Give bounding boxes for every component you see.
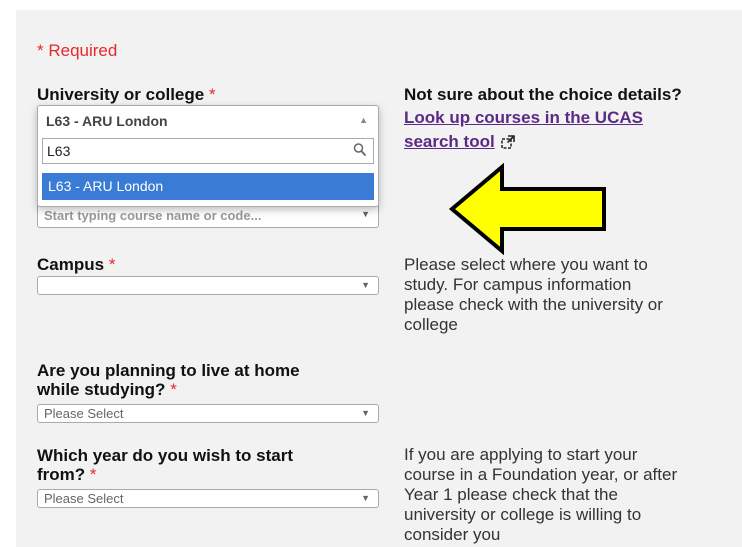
live-at-home-label: Are you planning to live at home while s… bbox=[37, 361, 300, 399]
campus-select[interactable]: ▼ bbox=[37, 276, 379, 295]
required-asterisk: * bbox=[170, 380, 177, 399]
live-at-home-value: Please Select bbox=[44, 406, 124, 421]
university-label: University or college * bbox=[37, 85, 216, 104]
chevron-down-icon: ▼ bbox=[361, 209, 370, 219]
campus-help-line: study. For campus information bbox=[404, 275, 632, 294]
external-link-icon[interactable] bbox=[500, 135, 515, 149]
start-year-help-line: consider you bbox=[404, 525, 501, 544]
start-year-help-line: Year 1 please check that the bbox=[404, 485, 618, 504]
campus-help-line: Please select where you want to bbox=[404, 255, 648, 274]
start-year-help: If you are applying to start your course… bbox=[404, 445, 677, 545]
start-year-help-line: course in a Foundation year, or after bbox=[404, 465, 678, 484]
university-dropdown[interactable]: L63 - ARU London ▲ L63 - ARU London bbox=[37, 105, 379, 207]
campus-help-line: college bbox=[404, 315, 458, 334]
search-icon bbox=[353, 143, 367, 157]
required-asterisk: * bbox=[108, 255, 116, 274]
ucas-search-link-line2[interactable]: search tool bbox=[404, 130, 495, 154]
campus-help-line: please check with the university or bbox=[404, 295, 663, 314]
start-year-label: Which year do you wish to start from? * bbox=[37, 446, 293, 484]
course-placeholder: Start typing course name or code... bbox=[44, 208, 262, 223]
start-year-label-line2: from? bbox=[37, 465, 86, 484]
start-year-help-line: If you are applying to start your bbox=[404, 445, 638, 464]
required-asterisk: * bbox=[208, 85, 216, 104]
chevron-down-icon: ▼ bbox=[361, 408, 370, 418]
chevron-down-icon: ▼ bbox=[361, 493, 370, 503]
university-label-text: University or college bbox=[37, 85, 205, 104]
campus-help: Please select where you want to study. F… bbox=[404, 255, 663, 335]
required-asterisk: * bbox=[89, 465, 97, 484]
university-selected: L63 - ARU London bbox=[46, 113, 168, 129]
chevron-up-icon: ▲ bbox=[359, 115, 368, 125]
start-year-select[interactable]: Please Select ▼ bbox=[37, 489, 379, 508]
choice-help-title: Not sure about the choice details? bbox=[404, 85, 682, 104]
university-search-input[interactable] bbox=[47, 142, 337, 160]
annotation-arrow bbox=[448, 163, 606, 255]
ucas-search-link-line1[interactable]: Look up courses in the UCAS bbox=[404, 106, 643, 130]
live-at-home-label-line1: Are you planning to live at home bbox=[37, 361, 300, 380]
live-at-home-label-line2: while studying? bbox=[37, 380, 166, 399]
university-result-option[interactable]: L63 - ARU London bbox=[42, 173, 374, 200]
campus-label-text: Campus bbox=[37, 255, 105, 274]
start-year-help-line: university or college is willing to bbox=[404, 505, 642, 524]
university-search-field[interactable] bbox=[42, 138, 374, 164]
start-year-label-line1: Which year do you wish to start bbox=[37, 446, 293, 465]
ucas-search-link-block: Look up courses in the UCAS search tool bbox=[404, 106, 643, 154]
live-at-home-select[interactable]: Please Select ▼ bbox=[37, 404, 379, 423]
campus-label: Campus * bbox=[37, 255, 115, 274]
chevron-down-icon: ▼ bbox=[361, 280, 370, 290]
required-note: * Required bbox=[37, 41, 118, 60]
start-year-value: Please Select bbox=[44, 491, 124, 506]
